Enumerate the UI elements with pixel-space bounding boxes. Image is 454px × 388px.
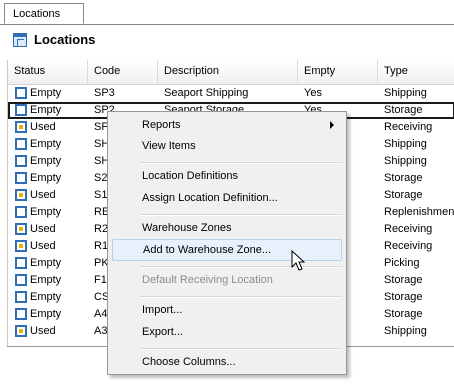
menu-separator	[140, 348, 342, 350]
column-header-status[interactable]: Status	[8, 60, 88, 84]
location-empty-icon	[15, 172, 27, 184]
cell-status: Empty	[30, 206, 62, 218]
cell-type: Receiving	[384, 240, 433, 252]
cell-status: Empty	[30, 308, 62, 320]
menu-item-assign-location-definition[interactable]: Assign Location Definition...	[112, 187, 342, 209]
cell-empty: Yes	[304, 87, 322, 99]
location-empty-icon	[15, 104, 27, 116]
menu-item-add-to-warehouse-zone[interactable]: Add to Warehouse Zone...	[112, 239, 342, 261]
menu-separator	[140, 296, 342, 298]
cell-type: Receiving	[384, 223, 433, 235]
tab-locations[interactable]: Locations	[4, 3, 84, 24]
location-used-icon	[15, 325, 27, 337]
cell-status: Empty	[30, 104, 62, 116]
cell-type: Shipping	[384, 87, 427, 99]
cell-status: Used	[30, 240, 56, 252]
column-header-description[interactable]: Description	[158, 60, 298, 84]
cell-status: Empty	[30, 155, 62, 167]
location-used-icon	[15, 223, 27, 235]
location-empty-icon	[15, 138, 27, 150]
location-empty-icon	[15, 155, 27, 167]
column-header-type[interactable]: Type	[378, 60, 454, 84]
page-title: Locations	[34, 32, 96, 47]
cell-code: SP3	[94, 87, 115, 99]
cell-type: Receiving	[384, 121, 433, 133]
cell-status: Used	[30, 223, 56, 235]
location-used-icon	[15, 240, 27, 252]
mouse-pointer-icon	[291, 250, 306, 271]
submenu-arrow-icon	[330, 121, 334, 129]
location-empty-icon	[15, 308, 27, 320]
menu-item-reports[interactable]: Reports	[112, 114, 342, 136]
cell-type: Storage	[384, 291, 423, 303]
menu-separator	[140, 266, 342, 268]
menu-item-view-items[interactable]: View Items	[112, 135, 342, 157]
menu-item-default-receiving-location: Default Receiving Location	[142, 274, 273, 286]
cell-type: Shipping	[384, 325, 427, 337]
table-icon	[13, 33, 27, 47]
location-empty-icon	[15, 87, 27, 99]
menu-item-location-definitions[interactable]: Location Definitions	[112, 165, 342, 187]
cell-type: Replenishment	[384, 206, 454, 218]
grid-header: Status Code Description Empty Type	[8, 60, 454, 85]
cell-status: Used	[30, 121, 56, 133]
column-header-empty[interactable]: Empty	[298, 60, 378, 84]
menu-separator	[140, 162, 342, 164]
cell-type: Storage	[384, 104, 423, 116]
menu-item-import[interactable]: Import...	[112, 299, 342, 321]
table-row[interactable]: Empty SP3 Seaport Shipping Yes Shipping	[8, 85, 454, 102]
cell-type: Picking	[384, 257, 420, 269]
page-header: Locations	[0, 25, 454, 59]
cell-status: Used	[30, 189, 56, 201]
cell-type: Storage	[384, 189, 423, 201]
cell-type: Shipping	[384, 138, 427, 150]
menu-separator	[140, 214, 342, 216]
context-menu: Reports View Items Location Definitions …	[107, 111, 347, 375]
menu-item-choose-columns[interactable]: Choose Columns...	[112, 351, 342, 373]
location-empty-icon	[15, 291, 27, 303]
menu-item-warehouse-zones[interactable]: Warehouse Zones	[112, 217, 342, 239]
location-used-icon	[15, 121, 27, 133]
location-empty-icon	[15, 274, 27, 286]
cell-type: Shipping	[384, 155, 427, 167]
column-header-code[interactable]: Code	[88, 60, 158, 84]
cell-description: Seaport Shipping	[164, 87, 249, 99]
cell-type: Storage	[384, 172, 423, 184]
cell-status: Empty	[30, 172, 62, 184]
menu-item-export[interactable]: Export...	[112, 321, 342, 343]
location-empty-icon	[15, 257, 27, 269]
cell-type: Storage	[384, 308, 423, 320]
cell-status: Empty	[30, 87, 62, 99]
tab-bar: Locations	[0, 0, 454, 25]
cell-status: Empty	[30, 291, 62, 303]
cell-type: Storage	[384, 274, 423, 286]
location-used-icon	[15, 189, 27, 201]
cell-status: Empty	[30, 257, 62, 269]
cell-status: Empty	[30, 138, 62, 150]
menu-item-label: Reports	[142, 119, 181, 131]
cell-status: Empty	[30, 274, 62, 286]
cell-status: Used	[30, 325, 56, 337]
location-empty-icon	[15, 206, 27, 218]
